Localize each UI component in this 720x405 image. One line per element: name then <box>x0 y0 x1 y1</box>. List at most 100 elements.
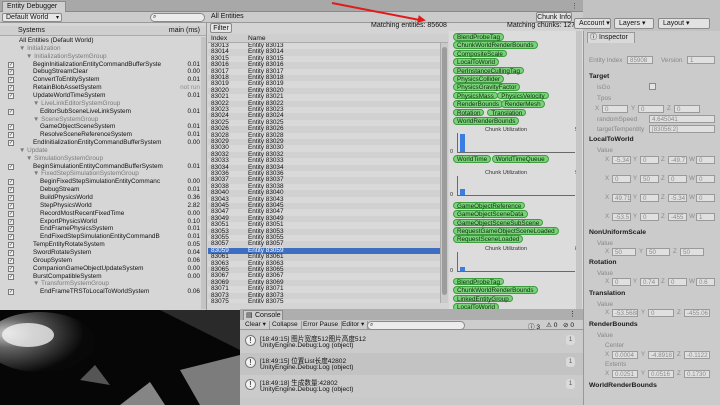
system-enabled-checkbox[interactable]: ✓ <box>8 124 14 131</box>
layout-dropdown[interactable]: Layout ▾ <box>658 18 710 29</box>
system-row[interactable]: ▼ FixedStepSimulationSystemGroup <box>0 170 206 178</box>
system-enabled-checkbox[interactable]: ✓ <box>8 61 14 68</box>
inspector-tab[interactable]: ⓘ Inspector <box>587 32 635 43</box>
vector-field-y[interactable]: -4.8918 <box>648 351 674 359</box>
console-log-entry[interactable]: ! [18:49:18] 生成数量:42802 UnityEngine.Debug:… <box>240 375 583 397</box>
matrix-field-y[interactable]: 0 <box>640 194 659 202</box>
system-row[interactable]: ✓ RecordMostRecentFixedTime 0.00 <box>0 210 206 218</box>
system-enabled-checkbox[interactable]: ✓ <box>8 289 14 296</box>
component-tag[interactable]: Translation <box>487 108 527 116</box>
console-button-1[interactable]: Collapse <box>269 321 302 330</box>
system-row[interactable]: ✓ StepPhysicsWorld 2.82 <box>0 202 206 210</box>
system-enabled-checkbox[interactable]: ✓ <box>8 92 14 99</box>
component-tag[interactable]: RenderBounds <box>453 100 504 108</box>
component-tag[interactable]: PhysicsVelocity <box>497 91 549 100</box>
system-enabled-checkbox[interactable]: ✓ <box>8 187 14 194</box>
component-tag[interactable]: PerInstanceCullingTag <box>453 66 525 74</box>
world-dropdown[interactable]: Default World ▾ <box>2 13 62 22</box>
matrix-field-y[interactable]: 0 <box>640 156 659 164</box>
system-enabled-checkbox[interactable]: ✓ <box>8 242 14 249</box>
system-row[interactable]: ✓ EndFrameTRSToLocalToWorldSystem 0.06 <box>0 288 206 296</box>
component-tag[interactable]: CompositeScale <box>453 49 507 58</box>
matrix-field-w[interactable]: 0 <box>696 156 715 164</box>
matrix-field-y[interactable]: 50 <box>640 175 659 183</box>
system-row[interactable]: ✓ ConvertToEntitySystem 0.01 <box>0 76 206 84</box>
component-tag[interactable]: GameObjectSceneSubScene <box>453 218 544 226</box>
system-enabled-checkbox[interactable]: ✓ <box>8 195 14 201</box>
matrix-field-x[interactable]: -53.5 <box>612 213 631 221</box>
system-row[interactable]: ✓ BeginSimulationEntityCommandBufferSyste… <box>0 163 206 171</box>
system-row[interactable]: ✓ EndInitializationEntityCommandBufferSys… <box>0 139 206 147</box>
version-field[interactable]: 1 <box>687 56 715 64</box>
system-enabled-checkbox[interactable]: ✓ <box>8 210 14 217</box>
system-enabled-checkbox[interactable]: ✓ <box>8 132 14 139</box>
entities-list[interactable]: 83013 Entity 83013 83014 Entity 83014 83015 E… <box>208 43 440 303</box>
console-log-entry[interactable]: ! [18:49:15] 图片宽度512图片高度512 UnityEngine.De… <box>240 331 583 353</box>
system-enabled-checkbox[interactable]: ✓ <box>8 218 14 225</box>
vector-field-y[interactable]: 50 <box>646 248 670 256</box>
component-tag[interactable]: ChunkWorldRenderBounds <box>453 41 538 49</box>
system-enabled-checkbox[interactable]: ✓ <box>8 179 14 186</box>
matrix-field-x[interactable]: 0 <box>612 175 631 183</box>
console-button-3[interactable]: Editor ▾ <box>339 321 369 330</box>
console-button-2[interactable]: Error Pause <box>300 321 343 330</box>
system-row[interactable]: ▼ InitializationSystemGroup <box>0 53 206 61</box>
vector-field-x[interactable]: 50 <box>612 248 636 256</box>
system-row[interactable]: ✓ EndFixedStepSimulationEntityCommandB 0.0… <box>0 233 206 241</box>
matrix-field-z[interactable]: -5.34 <box>668 194 687 202</box>
component-tag[interactable]: RequestGameObjectSceneLoaded <box>453 227 559 235</box>
system-row[interactable]: ✓ RetainBlobAssetSystem not run <box>0 84 206 92</box>
component-tag[interactable]: LocalToWorld <box>453 58 500 66</box>
system-row[interactable]: ✓ BeginInitializationEntityCommandBufferS… <box>0 61 206 69</box>
vector-field-y[interactable]: 0.0516 <box>648 370 674 378</box>
component-tag[interactable]: BlendProbeTag <box>453 33 505 41</box>
vector-field-z[interactable]: -0.1122 <box>684 351 710 359</box>
component-tag[interactable]: ChunkWorldRenderBounds <box>453 286 538 294</box>
rotation-field-x[interactable]: 0 <box>612 278 631 286</box>
component-tag[interactable]: LinkedEntityGroup <box>453 294 513 302</box>
system-row[interactable]: ✓ TempEntityRotateSystem 0.05 <box>0 241 206 249</box>
system-enabled-checkbox[interactable]: ✓ <box>8 273 14 280</box>
vector-field-x[interactable]: 0 <box>602 105 628 113</box>
system-enabled-checkbox[interactable]: ✓ <box>8 69 14 76</box>
vector-field-z[interactable]: -455.06 <box>684 309 710 317</box>
vector-field-x[interactable]: -53.5688 <box>612 309 638 317</box>
system-enabled-checkbox[interactable]: ✓ <box>8 140 14 147</box>
system-enabled-checkbox[interactable]: ✓ <box>8 163 14 170</box>
system-row[interactable]: ✓ DebugStream 0.01 <box>0 186 206 194</box>
system-row[interactable]: ▼ SimulationSystemGroup <box>0 155 206 163</box>
system-row[interactable]: ▼ Initialization <box>0 45 206 53</box>
entity-row[interactable]: 83075 Entity 83075 <box>208 298 440 303</box>
component-tag[interactable]: BlendProbeTag <box>453 277 505 286</box>
system-row[interactable]: ✓ UpdateWorldTimeSystem 0.01 <box>0 92 206 100</box>
entity-debugger-tab[interactable]: Entity Debugger <box>2 1 66 12</box>
system-row[interactable]: ✓ GameObjectSceneSystem 0.01 <box>0 123 206 131</box>
system-row[interactable]: ▼ Update <box>0 147 206 155</box>
vector-field-z[interactable]: 0 <box>674 105 700 113</box>
component-tag[interactable]: PhysicsMass <box>453 91 498 100</box>
matrix-field-x[interactable]: -5.34 <box>612 156 631 164</box>
matrix-field-w[interactable]: 0 <box>696 175 715 183</box>
entity-index-field[interactable]: 85908 <box>627 56 653 64</box>
component-tag[interactable]: WorldTimeQueue <box>491 155 549 163</box>
system-row[interactable]: ✓ DebugStreamClear 0.00 <box>0 68 206 76</box>
system-row[interactable]: ✓ EditorSubSceneLiveLinkSystem 0.01 <box>0 108 206 116</box>
component-tag[interactable]: GameObjectSceneData <box>453 210 528 218</box>
system-row[interactable]: ✓ BurstCompatibleSystem 0.00 <box>0 273 206 281</box>
system-row[interactable]: ▼ LiveLinkEditorSystemGroup <box>0 100 206 108</box>
system-row[interactable]: ✓ BuildPhysicsWorld 0.36 <box>0 194 206 202</box>
layers-dropdown[interactable]: Layers ▾ <box>614 18 654 29</box>
system-row[interactable]: ✓ SwordRotateSystem 0.04 <box>0 249 206 257</box>
target-tempentity-field[interactable]: [83056:2] <box>649 125 715 133</box>
system-row[interactable]: ✓ CompanionGameObjectUpdateSystem 0.00 <box>0 265 206 273</box>
system-enabled-checkbox[interactable]: ✓ <box>8 249 14 256</box>
system-row[interactable]: ▼ TransformSystemGroup <box>0 280 206 288</box>
matrix-field-w[interactable]: 0 <box>696 194 715 202</box>
vector-field-y[interactable]: 0 <box>638 105 664 113</box>
component-tag[interactable]: PhysicsGravityFactor <box>453 83 521 91</box>
component-tag[interactable]: WorldTime <box>453 155 492 163</box>
matrix-field-z[interactable]: -49.7 <box>668 156 687 164</box>
console-menu-icon[interactable]: ⋮ <box>569 310 576 318</box>
system-row[interactable]: ✓ GroupSystem 0.06 <box>0 257 206 265</box>
entities-scroll-thumb[interactable] <box>442 47 447 295</box>
